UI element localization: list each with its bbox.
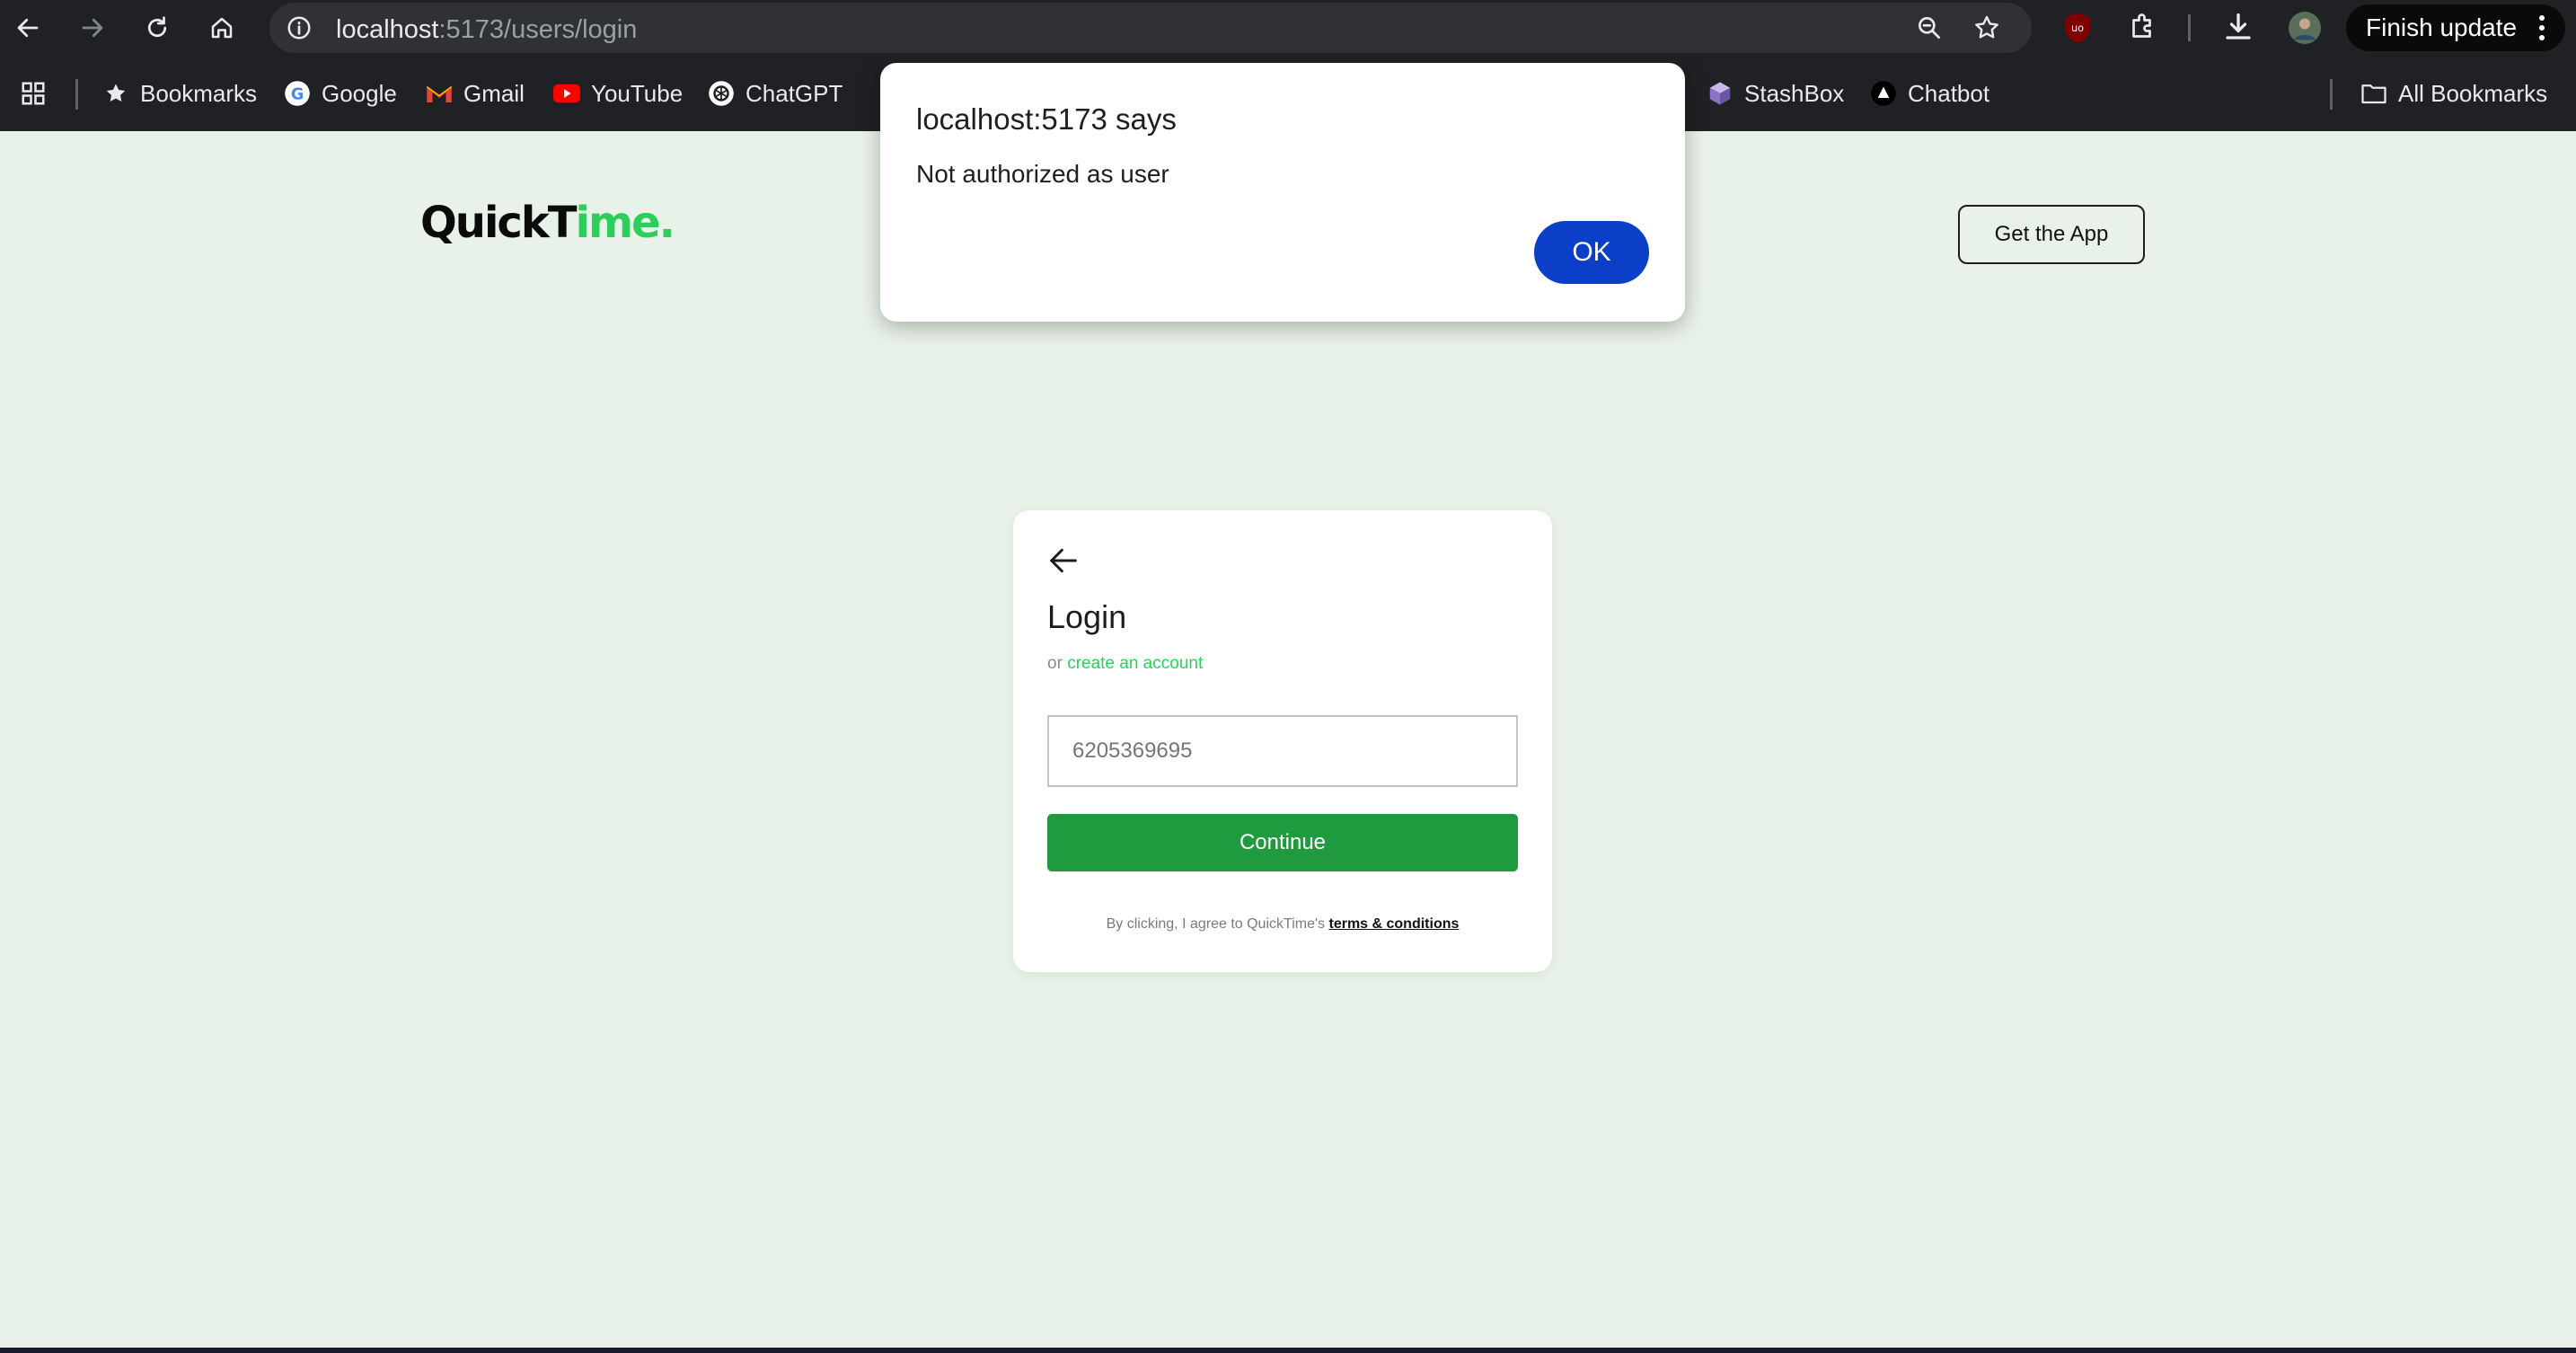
forward-arrow-icon[interactable]	[72, 7, 113, 49]
reload-icon[interactable]	[137, 7, 178, 49]
google-icon: G	[284, 80, 311, 107]
chatbot-icon	[1870, 80, 1897, 107]
ublock-icon[interactable]: uo	[2062, 11, 2093, 49]
bottom-edge	[0, 1348, 2576, 1353]
finish-update-button[interactable]: Finish update	[2346, 4, 2565, 51]
terms-link[interactable]: terms & conditions	[1328, 916, 1459, 932]
stashbox-icon	[1707, 80, 1734, 107]
finish-update-label: Finish update	[2366, 13, 2518, 41]
bookmark-item-chatbot[interactable]: Chatbot	[1870, 75, 1989, 111]
chatgpt-icon	[708, 80, 735, 107]
bookmark-label: Google	[322, 79, 397, 107]
terms-prefix: By clicking, I agree to QuickTime's	[1106, 916, 1326, 932]
bookmark-item-bookmarks[interactable]: Bookmarks	[102, 75, 257, 111]
home-icon[interactable]	[201, 7, 243, 49]
all-bookmarks-button[interactable]: All Bookmarks	[2360, 75, 2547, 111]
or-text: or	[1047, 654, 1063, 673]
bookmark-label: ChatGPT	[745, 79, 843, 107]
site-info-icon[interactable]	[286, 14, 313, 41]
login-title: Login	[1047, 598, 1127, 635]
dialog-ok-button[interactable]: OK	[1534, 221, 1649, 284]
download-icon[interactable]	[2222, 11, 2254, 48]
back-arrow-icon[interactable]	[1045, 543, 1081, 579]
bookmarks-divider	[2330, 79, 2333, 110]
logo-accent-text: ime.	[575, 198, 675, 248]
star-icon	[102, 80, 129, 107]
bookmark-label: Chatbot	[1908, 79, 1990, 107]
login-card: Login or create an account Continue By c…	[1013, 510, 1552, 972]
continue-button[interactable]: Continue	[1047, 814, 1518, 871]
quicktime-logo[interactable]: QuickTime.	[420, 198, 675, 248]
apps-grid-icon[interactable]	[20, 75, 47, 111]
dialog-title: localhost:5173 says	[916, 102, 1177, 136]
bookmark-star-icon[interactable]	[1972, 13, 2001, 42]
gmail-icon	[426, 80, 453, 107]
bookmark-item-gmail[interactable]: Gmail	[426, 75, 525, 111]
url-host: localhost	[336, 15, 439, 44]
extensions-puzzle-icon[interactable]	[2127, 11, 2159, 48]
url-path: :5173/users/login	[438, 15, 638, 44]
alert-dialog: localhost:5173 says Not authorized as us…	[880, 63, 1685, 322]
terms-text: By clicking, I agree to QuickTime's term…	[1013, 916, 1552, 933]
zoom-icon[interactable]	[1915, 13, 1944, 42]
bookmark-item-stashbox[interactable]: StashBox	[1707, 75, 1844, 111]
dialog-message: Not authorized as user	[916, 160, 1169, 188]
youtube-icon	[553, 80, 580, 107]
back-arrow-icon[interactable]	[7, 7, 49, 49]
more-menu-icon[interactable]	[2538, 14, 2545, 41]
browser-toolbar: localhost:5173/users/login uo Finish upd…	[0, 0, 2576, 56]
folder-icon	[2360, 80, 2387, 107]
bookmark-item-google[interactable]: G Google	[284, 75, 397, 111]
bookmarks-divider	[75, 79, 78, 110]
logo-main-text: QuickT	[420, 198, 578, 248]
bookmark-label: StashBox	[1744, 79, 1845, 107]
login-subtitle: or create an account	[1047, 654, 1203, 674]
all-bookmarks-label: All Bookmarks	[2398, 79, 2548, 107]
bookmark-label: Bookmarks	[140, 79, 258, 107]
svg-text:G: G	[291, 85, 304, 103]
bookmark-label: YouTube	[591, 79, 684, 107]
bookmark-item-youtube[interactable]: YouTube	[553, 75, 683, 111]
address-bar[interactable]: localhost:5173/users/login	[269, 3, 2032, 53]
profile-avatar-icon[interactable]	[2289, 12, 2321, 49]
create-account-link[interactable]: create an account	[1067, 654, 1203, 673]
url-text: localhost:5173/users/login	[336, 15, 637, 45]
svg-text:uo: uo	[2071, 22, 2084, 34]
bookmark-label: Gmail	[463, 79, 525, 107]
bookmark-item-chatgpt[interactable]: ChatGPT	[708, 75, 842, 111]
get-the-app-button[interactable]: Get the App	[1958, 205, 2145, 264]
toolbar-divider	[2188, 14, 2191, 41]
phone-number-input[interactable]	[1047, 715, 1518, 787]
